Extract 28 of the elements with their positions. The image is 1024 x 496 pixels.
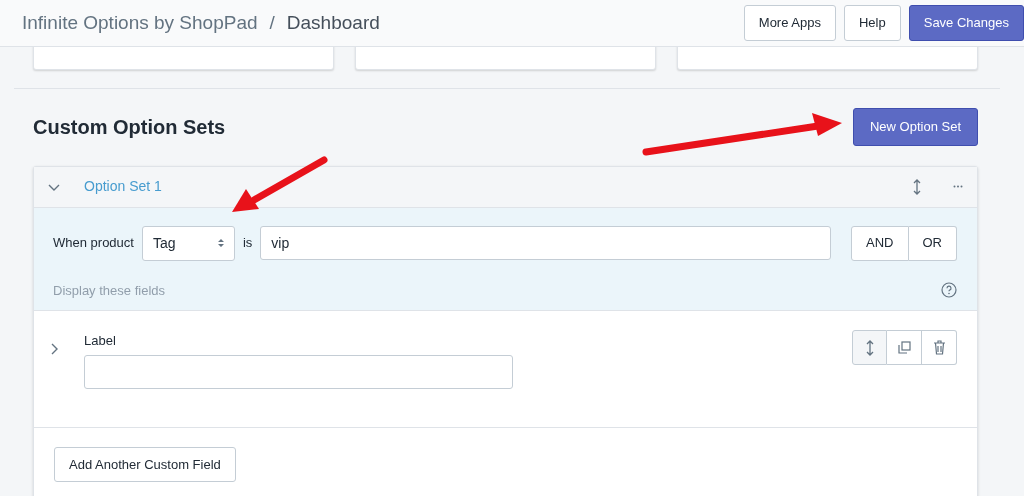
- duplicate-button[interactable]: [887, 330, 922, 365]
- help-icon[interactable]: [941, 282, 957, 299]
- reorder-icon[interactable]: [913, 178, 921, 195]
- breadcrumb-separator: /: [269, 10, 275, 35]
- toolbar-button[interactable]: More Apps: [743, 5, 836, 41]
- display-label: Display these fields: [53, 281, 165, 300]
- save-button[interactable]: Save Changes: [908, 5, 1024, 41]
- caret-icon: [217, 238, 224, 248]
- logic-button[interactable]: AND: [851, 225, 909, 261]
- operator-label: is: [242, 234, 253, 253]
- copy-icon: [897, 341, 911, 354]
- toolbar-button[interactable]: Help: [843, 5, 901, 41]
- section-title: Custom Option Sets: [33, 114, 226, 140]
- app-title: Infinite Options by ShopPad: [22, 10, 258, 35]
- logic-button[interactable]: OR: [908, 225, 957, 261]
- more-icon[interactable]: [953, 185, 963, 188]
- delete-button[interactable]: [922, 330, 957, 365]
- value-field[interactable]: vip: [260, 226, 832, 260]
- new-option-set-button[interactable]: New Option Set: [852, 108, 978, 146]
- trash-icon: [932, 340, 946, 355]
- reorder-icon: [865, 339, 874, 356]
- reorder-button[interactable]: [852, 330, 887, 365]
- page-title: Dashboard: [286, 10, 380, 35]
- field-label: Label: [84, 332, 117, 350]
- label-field[interactable]: [84, 354, 513, 389]
- condition-label: When product: [53, 234, 134, 253]
- add-field-button[interactable]: Add Another Custom Field: [54, 446, 236, 482]
- attribute-select[interactable]: Tag: [141, 225, 235, 261]
